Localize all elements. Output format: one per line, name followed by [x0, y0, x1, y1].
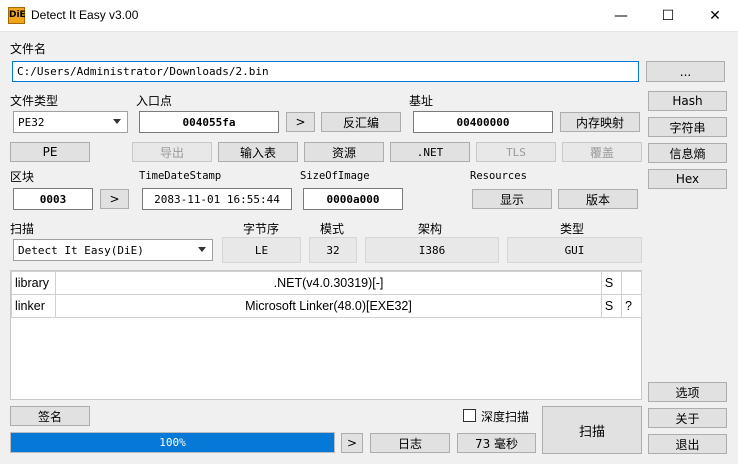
chevron-down-icon: [198, 247, 206, 252]
deep-scan-label: 深度扫描: [481, 410, 530, 424]
overlay-button[interactable]: 覆盖: [562, 142, 642, 162]
file-name-label: 文件名: [10, 42, 47, 56]
results-table: library .NET(v4.0.30319)[-] Slinker Microso…: [10, 271, 643, 318]
hash-button[interactable]: Hash: [648, 91, 727, 111]
file-type-value: PE32: [18, 115, 45, 129]
file-path-input[interactable]: C:/Users/Administrator/Downloads/2.bin: [12, 61, 639, 82]
size-of-image-field[interactable]: 0000a000: [303, 188, 403, 210]
log-button[interactable]: 日志: [370, 433, 450, 453]
options-button[interactable]: 选项: [648, 382, 727, 402]
strings-button[interactable]: 字符串: [648, 117, 727, 137]
signature-button[interactable]: 签名: [10, 406, 90, 426]
version-button[interactable]: 版本: [558, 189, 638, 209]
window-title: Detect It Easy v3.00: [31, 8, 139, 22]
results-panel: library .NET(v4.0.30319)[-] Slinker Microso…: [10, 270, 643, 400]
result-flag: S: [600, 271, 622, 295]
exit-button[interactable]: 退出: [648, 434, 727, 454]
import-table-button[interactable]: 输入表: [218, 142, 298, 162]
type-value: GUI: [507, 237, 642, 263]
scan-progress-bar: 100%: [10, 432, 335, 453]
entry-point-go-button[interactable]: >: [286, 112, 315, 132]
base-address-label: 基址: [409, 94, 434, 108]
size-of-image-label: SizeOfImage: [300, 170, 370, 182]
result-name: .NET(v4.0.30319)[-]: [55, 271, 602, 295]
browse-button[interactable]: ...: [646, 61, 725, 82]
scan-button[interactable]: 扫描: [542, 406, 642, 454]
chevron-down-icon: [113, 119, 121, 124]
result-kind: library: [10, 271, 57, 295]
section-label: 区块: [10, 170, 35, 184]
title-bar: DiE Detect It Easy v3.00 — ☐ ✕: [0, 0, 738, 32]
dotnet-button[interactable]: .NET: [390, 142, 470, 162]
file-type-label: 文件类型: [10, 94, 59, 108]
hex-button[interactable]: Hex: [648, 169, 727, 189]
result-kind: linker: [10, 294, 57, 318]
scan-label: 扫描: [10, 222, 35, 236]
minimize-button[interactable]: —: [598, 0, 644, 31]
about-button[interactable]: 关于: [648, 408, 727, 428]
scan-engine-select[interactable]: Detect It Easy(DiE): [13, 239, 213, 261]
result-row[interactable]: linker Microsoft Linker(48.0)[EXE32] S?: [10, 294, 643, 318]
elapsed-time: 73 毫秒: [457, 433, 536, 453]
progress-text: 100%: [159, 436, 186, 449]
entropy-button[interactable]: 信息熵: [648, 143, 727, 163]
architecture-value: I386: [365, 237, 499, 263]
endianness-label: 字节序: [243, 222, 280, 236]
type-label: 类型: [560, 222, 585, 236]
export-button[interactable]: 导出: [132, 142, 212, 162]
scan-engine-value: Detect It Easy(DiE): [18, 243, 144, 257]
disassemble-button[interactable]: 反汇编: [321, 112, 401, 132]
endianness-value: LE: [222, 237, 301, 263]
entry-point-field[interactable]: 004055fa: [139, 111, 279, 133]
result-extra: [620, 271, 643, 295]
base-address-field[interactable]: 00400000: [413, 111, 553, 133]
result-row[interactable]: library .NET(v4.0.30319)[-] S: [10, 271, 643, 295]
mode-label: 模式: [320, 222, 345, 236]
log-expand-button[interactable]: >: [341, 433, 363, 453]
result-extra: ?: [620, 294, 643, 318]
resources-button[interactable]: 资源: [304, 142, 384, 162]
section-go-button[interactable]: >: [100, 189, 129, 209]
mode-value: 32: [309, 237, 357, 263]
timestamp-label: TimeDateStamp: [139, 170, 222, 182]
close-button[interactable]: ✕: [692, 0, 738, 31]
maximize-button[interactable]: ☐: [645, 0, 691, 31]
memory-map-button[interactable]: 内存映射: [560, 112, 640, 132]
deep-scan-checkbox[interactable]: [463, 409, 476, 422]
timestamp-field[interactable]: 2083-11-01 16:55:44: [142, 188, 292, 210]
result-name: Microsoft Linker(48.0)[EXE32]: [55, 294, 602, 318]
app-logo-icon: DiE: [8, 7, 26, 24]
show-resources-button[interactable]: 显示: [472, 189, 552, 209]
file-type-select[interactable]: PE32: [13, 111, 128, 133]
result-flag: S: [600, 294, 622, 318]
pe-button[interactable]: PE: [10, 142, 90, 162]
section-count-field[interactable]: 0003: [13, 188, 93, 210]
entry-point-label: 入口点: [136, 94, 173, 108]
architecture-label: 架构: [418, 222, 443, 236]
tls-button[interactable]: TLS: [476, 142, 556, 162]
resources-label: Resources: [470, 170, 527, 182]
